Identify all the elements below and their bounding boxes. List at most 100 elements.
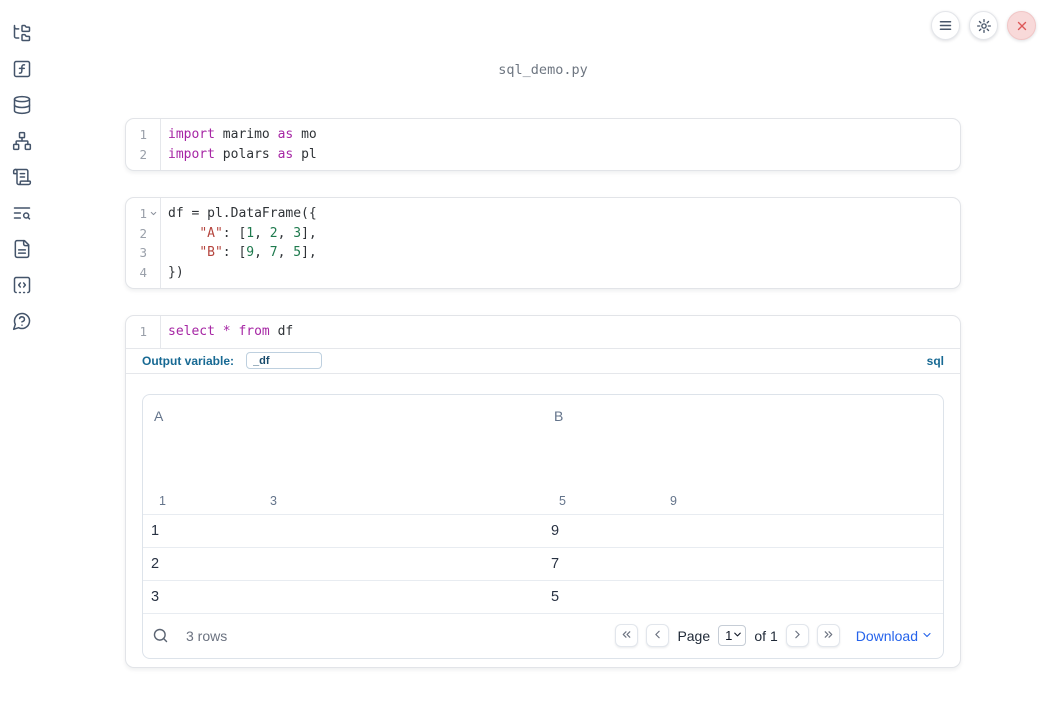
line-number-gutter: 1 (126, 316, 160, 348)
code-line: "A": [1, 2, 3], (199, 225, 317, 241)
histogram-axis-labels: 13 (159, 494, 277, 508)
line-number: 3 (139, 245, 147, 260)
sidebar (0, 0, 44, 331)
code-editor[interactable]: 1 2 3 4 df = pl.DataFrame({ "A": [1, 2, 3],… (126, 198, 960, 288)
column-name: B (554, 407, 564, 424)
row-count: 3 rows (186, 627, 228, 644)
gutter-line: 4 (126, 263, 160, 283)
close-icon (1015, 19, 1029, 33)
network-icon (12, 131, 32, 151)
chevron-down-icon (921, 628, 933, 644)
table-row[interactable]: 35 (143, 579, 943, 613)
page-label: Page (677, 627, 711, 644)
axis-min-label: 1 (159, 493, 166, 508)
gutter-line: 2 (126, 224, 160, 244)
output-variable-label: Output variable: (142, 353, 235, 368)
chevrons-right-icon (822, 628, 835, 644)
table-cell: 5 (551, 588, 560, 605)
line-number: 1 (139, 127, 147, 142)
page-total-label: of 1 (754, 627, 778, 644)
table-cell: 2 (151, 555, 160, 572)
notebook-filename: sql_demo.py (498, 62, 588, 78)
code-line: select * from df (168, 324, 294, 339)
download-button[interactable]: Download (856, 628, 933, 644)
language-badge: sql (926, 353, 944, 368)
code-editor[interactable]: 12 import marimo as mo import polars as p… (126, 119, 960, 170)
code-line: df = pl.DataFrame({ (168, 206, 317, 221)
close-button[interactable] (1007, 11, 1036, 40)
line-number: 2 (139, 225, 147, 241)
code-line: import polars as pl (168, 146, 317, 162)
line-number: 1 (139, 324, 147, 339)
fold-chevron-icon[interactable] (147, 204, 160, 224)
sidebar-item-help[interactable] (12, 311, 32, 331)
gutter-line: 1 (126, 125, 160, 145)
line-number-gutter: 12 (126, 119, 160, 170)
gutter-line: 1 (126, 322, 160, 342)
sql-editor[interactable]: 1 select * from df (126, 316, 960, 348)
sidebar-item-documentation[interactable] (12, 239, 32, 259)
table-row[interactable]: 19 (143, 513, 943, 547)
chevron-right-icon (791, 628, 804, 644)
sidebar-item-functions[interactable] (12, 59, 32, 79)
column-name: A (154, 407, 164, 424)
download-label: Download (855, 627, 918, 644)
notebook: sql_demo.py 12 import marimo as mo import… (125, 0, 961, 668)
gutter-line: 2 (126, 145, 160, 165)
line-number: 4 (139, 264, 147, 280)
chevron-left-icon (651, 628, 664, 644)
first-page-button[interactable] (615, 624, 639, 647)
line-number: 1 (139, 206, 147, 221)
code-cell-imports[interactable]: 12 import marimo as mo import polars as p… (125, 118, 961, 171)
dataframe-table: A13B59 192735 3 rows Page 1 of 1 Downloa… (142, 393, 944, 659)
search-icon[interactable] (152, 627, 169, 644)
next-page-button[interactable] (785, 624, 809, 647)
code-cell-dataframe[interactable]: 1 2 3 4 df = pl.DataFrame({ "A": [1, 2, 3],… (125, 197, 961, 289)
text-search-icon (12, 203, 32, 223)
histogram-bars (559, 438, 677, 489)
table-cell: 3 (151, 588, 160, 605)
last-page-button[interactable] (816, 624, 840, 647)
axis-min-label: 5 (559, 493, 566, 508)
database-icon (12, 95, 32, 115)
table-row[interactable]: 27 (143, 546, 943, 580)
sidebar-item-datasources[interactable] (12, 95, 32, 115)
code-line: "B": [9, 7, 5], (199, 245, 317, 260)
table-header-row: A13B59 (143, 395, 943, 514)
chevrons-left-icon (620, 628, 633, 644)
sidebar-item-search[interactable] (12, 203, 32, 223)
line-number-gutter: 1 2 3 4 (126, 198, 160, 288)
help-bubble-icon (12, 311, 32, 331)
table-cell: 1 (151, 522, 160, 539)
function-square-icon (12, 59, 32, 79)
sql-cell[interactable]: 1 select * from df Output variable: sql … (125, 315, 961, 668)
file-tree-icon (12, 23, 32, 43)
page-select[interactable]: 1 (718, 625, 747, 646)
cell-output: A13B59 192735 3 rows Page 1 of 1 Downloa… (126, 372, 960, 667)
histogram-axis-labels: 59 (559, 494, 677, 508)
sidebar-item-dependencies[interactable] (12, 131, 32, 151)
gear-icon (976, 18, 992, 34)
chevron-down-icon (732, 628, 743, 643)
histogram-bars (159, 438, 277, 489)
code-lines: import marimo as mo import polars as pl (160, 119, 960, 170)
code-line: }) (168, 264, 184, 280)
code-box-icon (12, 275, 32, 295)
column-histogram[interactable]: 59 (559, 438, 677, 508)
sidebar-item-snippets[interactable] (12, 275, 32, 295)
table-column-header[interactable]: A13 (143, 395, 543, 514)
table-column-header[interactable]: B 59 (543, 395, 943, 514)
settings-button[interactable] (969, 11, 998, 40)
sidebar-item-scratchpad[interactable] (12, 167, 32, 187)
prev-page-button[interactable] (646, 624, 670, 647)
axis-max-label: 3 (270, 493, 277, 508)
sidebar-item-file-tree[interactable] (12, 23, 32, 43)
output-variable-input[interactable] (246, 352, 323, 369)
code-lines: select * from df (160, 316, 960, 348)
column-histogram[interactable]: 13 (159, 438, 277, 508)
